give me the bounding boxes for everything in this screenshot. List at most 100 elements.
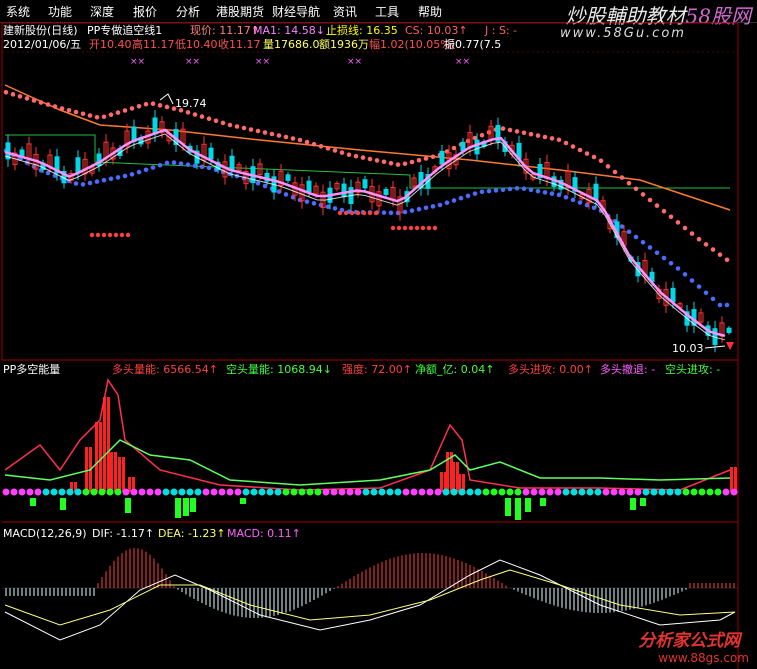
blue-dot xyxy=(332,206,338,211)
power-dot xyxy=(130,488,138,496)
red-dot xyxy=(500,126,506,131)
stop-label: 止损线: 16.35 xyxy=(326,24,398,37)
blue-dot xyxy=(549,191,555,196)
power-dot xyxy=(18,488,26,496)
red-dot xyxy=(584,151,590,156)
short-energy-bar xyxy=(30,498,36,506)
blue-dot xyxy=(388,210,394,216)
blue-dot xyxy=(171,160,177,165)
red-dot xyxy=(297,137,303,143)
blue-dot xyxy=(675,266,681,271)
low-dot xyxy=(349,210,355,216)
blue-dot xyxy=(444,200,450,206)
power-dot xyxy=(442,488,450,496)
power-dot xyxy=(58,488,66,496)
red-dot xyxy=(10,92,16,97)
short-energy-bar xyxy=(515,498,521,520)
low-dot xyxy=(125,232,131,238)
short-energy-bar xyxy=(60,498,66,510)
red-dot xyxy=(535,133,541,138)
blue-dot xyxy=(178,161,184,166)
red-dot xyxy=(528,131,534,137)
red-dot xyxy=(346,152,352,157)
low-label: 低10.40 xyxy=(175,38,218,51)
red-dot xyxy=(367,156,373,162)
red-dot xyxy=(710,247,716,252)
blue-dot xyxy=(542,190,548,195)
red-dot xyxy=(409,159,415,165)
power-dot xyxy=(570,488,578,496)
low-dot-cluster xyxy=(89,210,438,238)
blue-dot xyxy=(409,208,415,213)
blue-dot xyxy=(416,206,422,212)
red-dot xyxy=(668,214,674,220)
candle-body xyxy=(383,188,389,196)
red-dot xyxy=(66,107,72,113)
power-dot xyxy=(602,488,610,496)
red-dot xyxy=(563,140,569,146)
low-dot xyxy=(355,210,361,216)
red-dot xyxy=(675,220,681,225)
red-dot xyxy=(717,252,723,257)
red-dot xyxy=(143,101,149,107)
power-bars xyxy=(30,397,737,520)
power-dot xyxy=(490,488,498,496)
blue-dot xyxy=(521,186,527,191)
power-dot xyxy=(242,488,250,496)
long-energy-bar xyxy=(730,467,733,492)
red-dot xyxy=(80,111,86,117)
candle-body xyxy=(341,183,347,198)
long-energy-bar xyxy=(734,467,737,492)
red-dot xyxy=(157,103,163,108)
candle-body xyxy=(229,155,235,172)
long-energy-bar xyxy=(118,457,121,492)
power-dot xyxy=(522,488,530,496)
low-dot xyxy=(337,210,343,216)
red-dot xyxy=(654,203,660,208)
long-energy-line xyxy=(4,378,731,491)
power-dot xyxy=(338,488,346,496)
blue-dot-line xyxy=(3,148,730,308)
short-energy-bar xyxy=(175,498,181,518)
power-dot xyxy=(114,488,122,496)
short-energy-bar xyxy=(630,498,636,510)
blue-dot xyxy=(493,188,499,193)
power-dot xyxy=(722,488,730,496)
red-dot xyxy=(514,129,520,134)
red-dot xyxy=(234,124,240,129)
red-dot xyxy=(24,96,30,101)
short-energy-bar xyxy=(640,498,646,506)
power-dot xyxy=(434,488,442,496)
blue-dot xyxy=(283,192,289,197)
long-energy-bar xyxy=(114,452,117,492)
power-dot xyxy=(178,488,186,496)
power-dot xyxy=(42,488,50,496)
blue-dot xyxy=(689,278,695,283)
red-dot xyxy=(605,164,611,169)
red-dot xyxy=(164,104,170,110)
red-dot xyxy=(206,116,212,121)
long-retreat-label: 多头撤退: - xyxy=(600,363,656,376)
short-energy-label: 空头量能: 1068.94↓ xyxy=(226,363,332,376)
blue-dot xyxy=(87,180,93,186)
power-dot xyxy=(474,488,482,496)
red-dot xyxy=(150,101,156,106)
blue-dot xyxy=(507,186,513,192)
power-dot xyxy=(290,488,298,496)
power-title: PP多空能量 xyxy=(3,363,61,376)
power-dot xyxy=(370,488,378,496)
red-dot xyxy=(395,162,401,167)
short-energy-bar xyxy=(525,498,531,512)
blue-dot xyxy=(472,191,478,196)
blue-dot xyxy=(633,234,639,240)
macd-title: MACD(12,26,9) xyxy=(3,527,87,540)
power-dot xyxy=(202,488,210,496)
red-dot xyxy=(640,192,646,197)
blue-dot xyxy=(465,193,471,199)
power-dot xyxy=(634,488,642,496)
short-attack-label: 空头进攻: - xyxy=(665,363,721,376)
low-dot xyxy=(361,210,367,216)
power-dot xyxy=(282,488,290,496)
red-dot xyxy=(542,134,548,140)
blue-dot xyxy=(157,162,163,168)
